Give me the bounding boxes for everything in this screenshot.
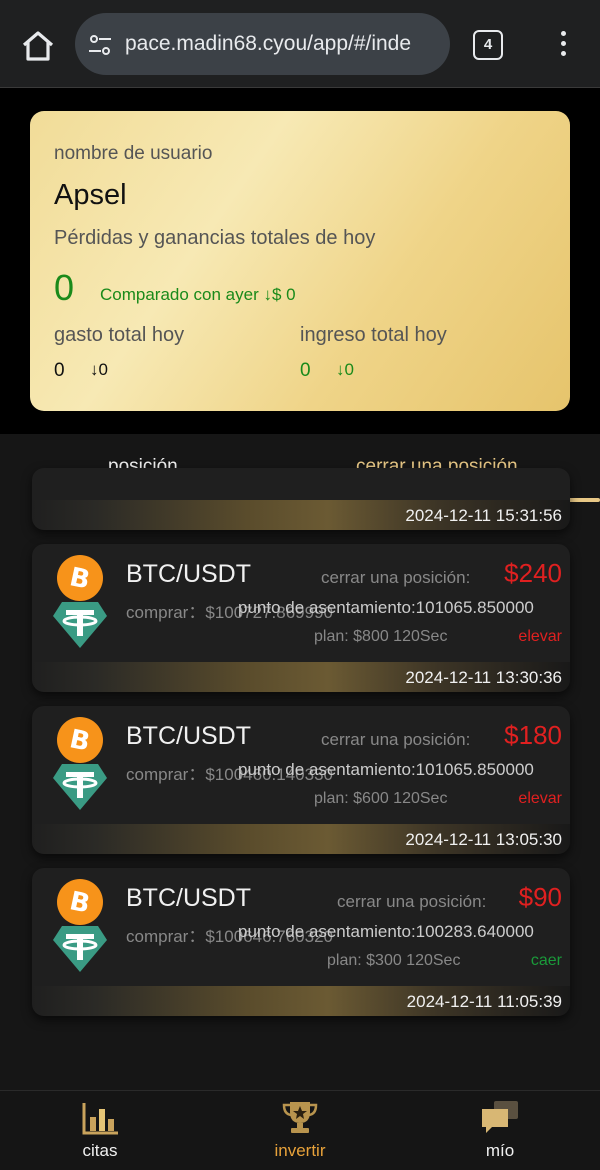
order-card[interactable]: B BTC/USDT cerrar una posición: $90 comp… — [32, 868, 570, 1016]
home-icon[interactable] — [18, 26, 58, 66]
tether-icon — [52, 762, 108, 812]
close-amount: $90 — [518, 882, 562, 912]
order-card[interactable]: B BTC/USDT cerrar una posición: $180 com… — [32, 706, 570, 854]
trading-pair: BTC/USDT — [126, 560, 251, 588]
nav-item-invest[interactable]: invertir — [240, 1091, 360, 1170]
direction-label: elevar — [518, 628, 562, 645]
settlement-price: punto de asentamiento:101065.850000 — [238, 598, 534, 617]
url-text[interactable]: pace.madin68.cyou/app/#/inde — [125, 32, 445, 56]
close-label: cerrar una posición: — [321, 568, 471, 587]
bitcoin-icon: B — [56, 716, 104, 764]
spend-value: 0 — [54, 360, 65, 381]
account-summary-card: nombre de usuario Apsel Pérdidas y ganan… — [30, 111, 570, 411]
bar-chart-icon — [82, 1103, 118, 1135]
settlement-price: punto de asentamiento:100283.640000 — [238, 922, 534, 941]
username: Apsel — [54, 179, 127, 211]
trading-pair: BTC/USDT — [126, 884, 251, 912]
order-time: 2024-12-11 15:31:56 — [405, 506, 562, 525]
income-value: 0 — [300, 360, 311, 381]
direction-label: caer — [530, 952, 562, 969]
browser-toolbar: pace.madin68.cyou/app/#/inde 4 — [0, 0, 600, 88]
order-card[interactable]: B BTC/USDT cerrar una posición: $240 com… — [32, 544, 570, 692]
close-label: cerrar una posición: — [337, 892, 487, 911]
username-label: nombre de usuario — [54, 143, 213, 164]
positions-panel: posición cerrar una posición 2024-12-11 … — [0, 434, 600, 1090]
more-vert-icon[interactable] — [552, 28, 574, 62]
settlement-price: punto de asentamiento:101065.850000 — [238, 760, 534, 779]
nav-item-mine[interactable]: mío — [440, 1091, 560, 1170]
plan-info: plan: $600 120Sec — [314, 790, 448, 807]
income-label: ingreso total hoy — [300, 324, 447, 346]
trading-pair: BTC/USDT — [126, 722, 251, 750]
bitcoin-icon: B — [56, 878, 104, 926]
nav-label-mine: mío — [485, 1141, 515, 1160]
pnl-label: Pérdidas y ganancias totales de hoy — [54, 227, 376, 249]
income-delta: ↓0 — [336, 360, 354, 379]
plan-info: plan: $300 120Sec — [327, 952, 461, 969]
close-amount: $240 — [504, 558, 562, 588]
direction-label: elevar — [518, 790, 562, 807]
close-label: cerrar una posición: — [321, 730, 471, 749]
site-settings-icon[interactable] — [87, 32, 113, 58]
trophy-icon — [282, 1102, 318, 1133]
bitcoin-icon: B — [56, 554, 104, 602]
plan-info: plan: $800 120Sec — [314, 628, 448, 645]
chat-bubbles-icon — [482, 1101, 518, 1133]
close-amount: $180 — [504, 720, 562, 750]
tabs-icon[interactable]: 4 — [473, 30, 503, 60]
nav-label-quotes: citas — [82, 1141, 118, 1160]
tether-icon — [52, 600, 108, 650]
pnl-value: 0 — [54, 267, 75, 308]
bottom-nav: citas invertir mío — [0, 1090, 600, 1170]
nav-item-quotes[interactable]: citas — [40, 1091, 160, 1170]
pnl-compare: Comparado con ayer ↓$ 0 — [100, 285, 296, 304]
order-time: 2024-12-11 11:05:39 — [406, 992, 562, 1011]
spend-delta: ↓0 — [90, 360, 108, 379]
order-time: 2024-12-11 13:05:30 — [405, 830, 562, 849]
address-bar[interactable]: pace.madin68.cyou/app/#/inde — [75, 13, 450, 75]
spend-label: gasto total hoy — [54, 324, 185, 346]
order-time: 2024-12-11 13:30:36 — [405, 668, 562, 687]
tether-icon — [52, 924, 108, 974]
nav-label-invest: invertir — [274, 1141, 326, 1160]
order-card-partial[interactable]: 2024-12-11 15:31:56 — [32, 468, 570, 530]
